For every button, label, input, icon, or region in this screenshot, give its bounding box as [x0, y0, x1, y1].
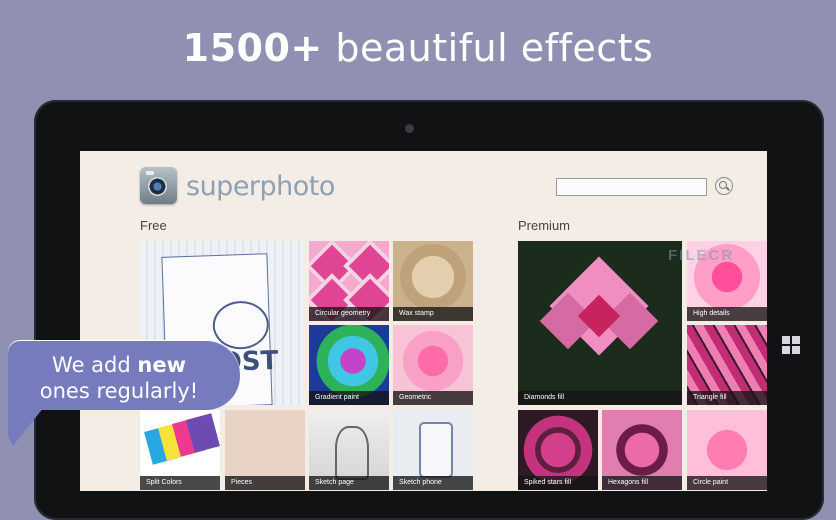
effect-tile-spiked-stars-fill[interactable]: Spiked stars fill	[518, 410, 598, 490]
effect-tile-pieces[interactable]: Pieces	[225, 410, 305, 490]
app-name: superphoto	[186, 171, 335, 202]
effect-label: Triangle fill	[687, 391, 767, 405]
effect-label: Hexagons fill	[602, 476, 682, 490]
effect-label: Circle paint	[687, 476, 767, 490]
effect-tile-triangle-fill[interactable]: Triangle fill	[687, 325, 767, 405]
callout-text: We add new ones regularly!	[8, 352, 230, 404]
effect-label: Circular geometry	[309, 307, 389, 321]
camera-icon	[405, 124, 414, 133]
headline-text: beautiful effects	[322, 26, 654, 70]
windows-logo-icon[interactable]	[782, 336, 800, 354]
effect-label: Diamonds fill	[518, 391, 682, 405]
search-icon[interactable]	[715, 177, 733, 195]
section-premium-label: Premium	[518, 218, 571, 233]
effect-tile-diamonds-fill[interactable]: Diamonds fill	[518, 241, 682, 405]
effect-tile-sketch-phone[interactable]: Sketch phone	[393, 410, 473, 490]
effect-tile-circular-geometry[interactable]: Circular geometry	[309, 241, 389, 321]
section-free-label: Free	[140, 218, 167, 233]
effect-label: High details	[687, 307, 767, 321]
watermark: FILECR	[668, 247, 735, 264]
effect-tile-wax-stamp[interactable]: Wax stamp	[393, 241, 473, 321]
effect-label: Split Colors	[140, 476, 220, 490]
app-screen: superphoto Free Premium LOST Circular ge…	[80, 151, 767, 491]
effect-label: Spiked stars fill	[518, 476, 598, 490]
callout-line1-bold: new	[137, 353, 186, 377]
effect-label: Pieces	[225, 476, 305, 490]
effect-tile-sketch-page[interactable]: Sketch page	[309, 410, 389, 490]
callout-line2: ones regularly!	[39, 379, 199, 403]
camera-app-icon	[140, 167, 177, 204]
headline: 1500+ beautiful effects	[0, 26, 836, 70]
effect-label: Gradient paint	[309, 391, 389, 405]
effect-tile-geometric[interactable]: Geometric	[393, 325, 473, 405]
effect-label: Geometric	[393, 391, 473, 405]
callout-line1: We add	[52, 353, 138, 377]
headline-number: 1500+	[182, 26, 323, 70]
effect-label: Sketch page	[309, 476, 389, 490]
effect-tile-gradient-paint[interactable]: Gradient paint	[309, 325, 389, 405]
effect-tile-split-colors[interactable]: Split Colors	[140, 410, 220, 490]
effect-label: Wax stamp	[393, 307, 473, 321]
effect-tile-circle-paint[interactable]: Circle paint	[687, 410, 767, 490]
effect-tile-hexagons-fill[interactable]: Hexagons fill	[602, 410, 682, 490]
search-input[interactable]	[556, 178, 707, 196]
effect-label: Sketch phone	[393, 476, 473, 490]
